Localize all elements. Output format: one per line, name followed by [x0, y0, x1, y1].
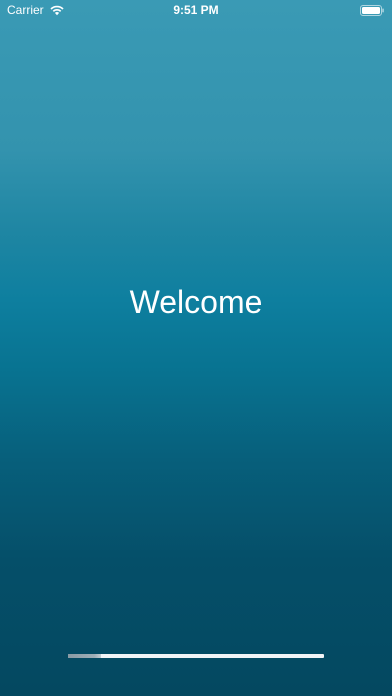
welcome-title: Welcome: [129, 284, 263, 320]
battery-icon: [360, 5, 384, 16]
loading-progress-bar: [68, 654, 324, 658]
status-time: 9:51 PM: [173, 3, 219, 17]
loading-progress-fill: [68, 654, 102, 658]
status-bar: Carrier 9:51 PM: [0, 0, 392, 20]
